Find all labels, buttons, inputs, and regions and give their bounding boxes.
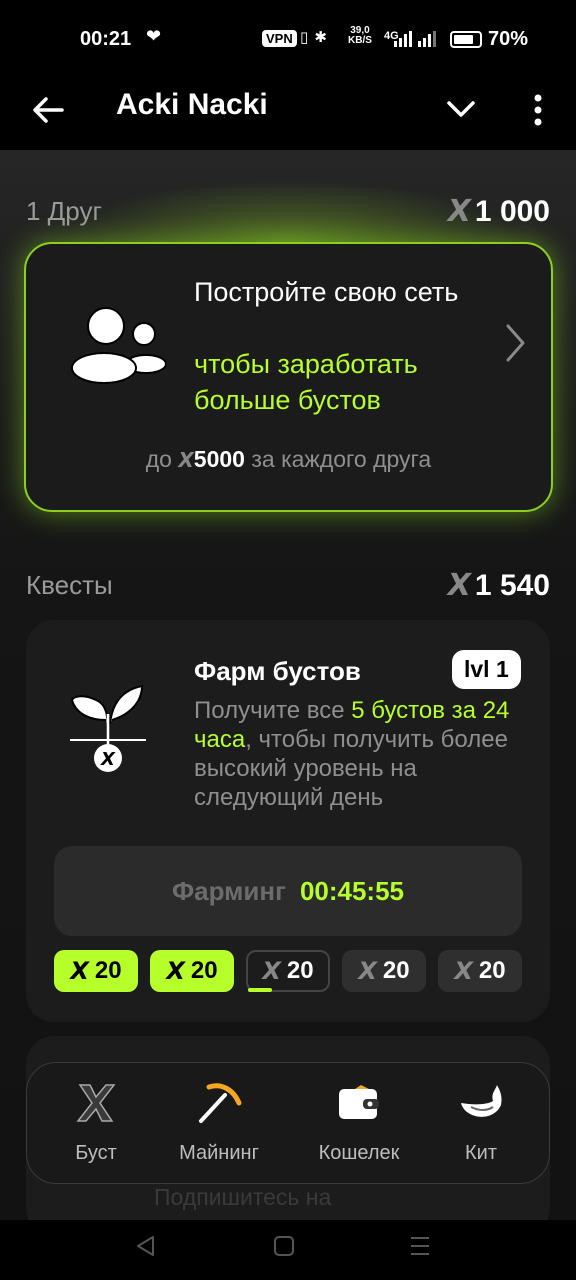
x-logo-icon: X	[454, 957, 473, 985]
boost-chip: X 20	[438, 950, 522, 992]
pickaxe-icon	[199, 1083, 242, 1123]
x-logo-icon: X	[166, 957, 185, 985]
boost-progress: X 20 X 20 X 20 X 20 X 20	[54, 950, 524, 992]
hidden-quest-title: Подпишитесь на	[154, 1184, 332, 1210]
x-logo-icon: X	[447, 194, 471, 229]
x-logo-icon: X	[262, 957, 281, 985]
x-logo-icon: X	[447, 568, 471, 603]
vpn-badge: VPN	[262, 30, 297, 47]
farming-label: Фарминг	[171, 875, 286, 906]
quests-section-amount: X 1 540	[447, 568, 550, 603]
bottom-tab-bar: Буст Майнинг Кошелек Кит	[26, 1062, 550, 1184]
main-content[interactable]: 1 Друг X 1 000 Постройте свою сеть чтобы…	[0, 150, 576, 1220]
quests-section-label: Квесты	[26, 570, 113, 600]
users-icon	[71, 307, 166, 384]
x-logo-icon: X	[358, 957, 377, 985]
tab-label: Майнинг	[179, 1142, 259, 1164]
tab-label: Кит	[465, 1142, 497, 1164]
friends-section-label: 1 Друг	[26, 196, 102, 226]
whale-icon	[461, 1085, 502, 1117]
network-speed: 39,0 KB/S	[348, 25, 372, 46]
quest-card[interactable]: X Фарм бустов lvl 1 Получите все 5 бусто…	[26, 620, 550, 1022]
quest-description: Получите все 5 бустов за 24 часа, чтобы …	[194, 697, 510, 811]
nav-back-icon[interactable]	[134, 1234, 158, 1258]
tab-mining[interactable]: Майнинг	[164, 1079, 274, 1169]
heart-icon: ❤	[146, 26, 162, 46]
signal-bars-icon	[394, 31, 436, 47]
tab-whale[interactable]: Кит	[426, 1079, 536, 1169]
invite-friends-card[interactable]: Постройте свою сеть чтобы заработать бол…	[24, 242, 553, 512]
battery-percent: 70%	[488, 28, 529, 50]
tab-boost[interactable]: Буст	[41, 1079, 151, 1169]
app-bar: Acki Nacki	[0, 80, 576, 150]
tab-label: Кошелек	[318, 1142, 400, 1164]
nav-home-icon[interactable]	[272, 1234, 296, 1258]
boost-chip-current: X 20	[246, 950, 330, 992]
boost-chip: X 20	[54, 950, 138, 992]
tab-label: Буст	[75, 1142, 117, 1164]
nav-recents-icon[interactable]	[408, 1234, 432, 1258]
svg-text:X: X	[100, 749, 116, 770]
wallet-icon	[339, 1085, 379, 1119]
quest-title: Фарм бустов	[194, 656, 361, 686]
level-badge: lvl 1	[452, 650, 521, 689]
battery-icon	[450, 31, 482, 48]
system-nav-bar	[0, 1220, 576, 1280]
boost-chip: X 20	[150, 950, 234, 992]
friends-section-amount: X 1 000	[447, 194, 550, 229]
app-title: Acki Nacki	[116, 88, 268, 121]
vibrate-bluetooth-icon: ▯ ✱	[300, 29, 328, 46]
x-logo-icon	[76, 1084, 116, 1122]
more-vertical-icon[interactable]	[528, 90, 548, 130]
invite-subtitle: чтобы заработать больше бустов	[194, 349, 418, 415]
x-logo-icon: X	[70, 957, 89, 985]
x-logo-icon: X	[178, 448, 194, 472]
back-arrow-icon[interactable]	[28, 90, 68, 130]
status-bar: 00:21 ❤ VPN ▯ ✱ 39,0 KB/S 4G 70%	[0, 0, 576, 80]
chevron-down-icon[interactable]	[444, 94, 478, 122]
invite-title: Постройте свою сеть	[194, 277, 459, 307]
farming-button[interactable]: Фарминг 00:45:55	[54, 846, 522, 936]
boost-chip: X 20	[342, 950, 426, 992]
tab-wallet[interactable]: Кошелек	[304, 1079, 414, 1169]
farming-timer: 00:45:55	[299, 875, 405, 906]
invite-reward-text: до X5000 за каждого друга	[145, 446, 432, 472]
sprout-icon: X	[70, 684, 146, 772]
status-time: 00:21	[80, 28, 132, 50]
chevron-right-icon[interactable]	[500, 322, 530, 364]
